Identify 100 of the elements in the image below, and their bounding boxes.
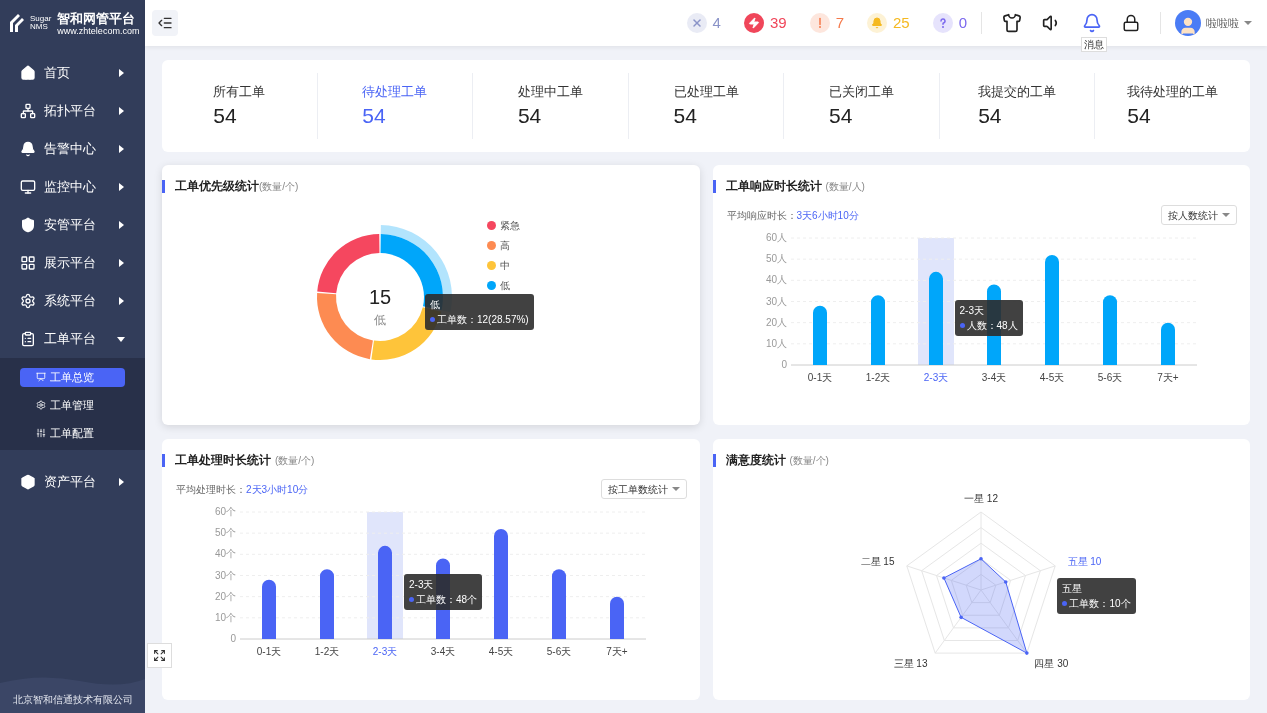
x-tick-label: 1-2天 xyxy=(865,372,890,383)
card-title: 工单响应时长统计 xyxy=(725,178,822,195)
card-unit: (数量/个) xyxy=(275,453,315,468)
stat-tab[interactable]: 所有工单 54 xyxy=(162,82,317,130)
chart-tooltip: 2-3天 工单数：48个 xyxy=(404,574,483,610)
x-tick-label: 5-6天 xyxy=(1097,372,1122,383)
legend-item[interactable]: 中 xyxy=(487,257,520,273)
bar[interactable] xyxy=(610,596,624,639)
legend-label: 中 xyxy=(500,258,510,273)
stat-tab[interactable]: 已处理工单 54 xyxy=(628,82,784,130)
stat-tab[interactable]: 我提交的工单 54 xyxy=(939,82,1095,130)
average-label: 平均响应时长： xyxy=(726,208,797,223)
x-tick-label: 3-4天 xyxy=(981,372,1006,383)
caret-icon xyxy=(117,145,125,153)
nav-item[interactable]: 系统平台 xyxy=(0,282,145,320)
caret-icon xyxy=(117,259,125,267)
nav-subitem[interactable]: 工单总览 xyxy=(20,367,125,387)
stat-select[interactable]: 按工单数统计 xyxy=(600,479,687,499)
chart-tooltip: 低 工单数：12(28.57%) xyxy=(425,294,534,330)
x-tick-label: 1-2天 xyxy=(314,646,340,657)
chart-tooltip: 2-3天 人数：48人 xyxy=(954,300,1023,336)
x-tick-label: 2-3天 xyxy=(372,646,398,657)
network-icon xyxy=(20,103,36,119)
legend-label: 低 xyxy=(500,278,510,293)
caret-icon xyxy=(117,297,125,305)
x-tick-label: 3-4天 xyxy=(430,646,456,657)
nav-item[interactable]: 展示平台 xyxy=(0,244,145,282)
bell-icon[interactable] xyxy=(1082,13,1102,33)
gear-icon xyxy=(36,400,46,410)
bell-icon xyxy=(20,141,36,157)
shield-icon xyxy=(20,217,36,233)
stat-tab[interactable]: 处理中工单 54 xyxy=(473,82,628,130)
nav-item[interactable]: 监控中心 xyxy=(0,168,145,206)
board-icon xyxy=(36,372,46,382)
x-tick-label: 0-1天 xyxy=(807,372,832,383)
alert-counter[interactable]: 0 xyxy=(932,11,967,35)
alert-count: 25 xyxy=(892,12,910,33)
caret-icon xyxy=(117,221,125,229)
card-title: 工单优先级统计 xyxy=(175,178,259,195)
settings-icon xyxy=(20,293,36,309)
shirt-icon[interactable] xyxy=(1002,13,1022,33)
y-tick-label: 50人 xyxy=(765,253,787,265)
y-tick-label: 60个 xyxy=(214,506,236,517)
legend-item[interactable]: 低 xyxy=(487,277,520,293)
x-tick-label: 2-3天 xyxy=(923,372,948,383)
card-title: 工单处理时长统计 xyxy=(175,452,271,469)
axis-label: 二星 15 xyxy=(860,555,895,567)
legend-item[interactable]: 高 xyxy=(487,237,520,253)
legend-item[interactable]: 紧急 xyxy=(487,217,520,233)
alert-count: 0 xyxy=(958,12,967,33)
brand-url: www.zhtelecom.com xyxy=(57,25,140,36)
x-tick-label: 4-5天 xyxy=(1039,372,1064,383)
company-name: 北京智和信通技术有限公司 xyxy=(12,693,133,707)
stat-tab[interactable]: 已关闭工单 54 xyxy=(784,82,939,130)
x-tick-label: 7天+ xyxy=(606,646,628,657)
fullscreen-button[interactable] xyxy=(147,643,172,668)
slice-label: 低 xyxy=(430,298,441,312)
caret-icon xyxy=(117,107,125,115)
y-tick-label: 30个 xyxy=(214,569,236,581)
x-tick-label: 0-1天 xyxy=(256,646,282,657)
nav-item[interactable]: 拓扑平台 xyxy=(0,92,145,130)
alert-counter[interactable]: 39 xyxy=(743,11,787,35)
collapse-icon xyxy=(157,15,173,31)
bar[interactable] xyxy=(262,579,276,639)
expand-icon xyxy=(153,649,166,662)
caret-icon xyxy=(1222,212,1230,218)
x-tick-label: 5-6天 xyxy=(546,646,572,657)
lock-icon[interactable] xyxy=(1122,14,1140,32)
stat-select[interactable]: 按人数统计 xyxy=(1161,205,1237,225)
average-label: 平均处理时长： xyxy=(176,482,246,497)
nav-subitem[interactable]: 工单配置 xyxy=(20,423,125,443)
stat-tab[interactable]: 待处理工单 54 xyxy=(317,82,473,130)
y-tick-label: 0 xyxy=(230,633,236,644)
y-tick-label: 20个 xyxy=(214,590,236,602)
box-icon xyxy=(20,474,36,490)
caret-icon xyxy=(671,486,680,492)
stat-tab[interactable]: 我待处理的工单 54 xyxy=(1095,82,1251,130)
clipboard-icon xyxy=(20,331,36,347)
y-tick-label: 40人 xyxy=(765,274,787,286)
brand-name: 智和网管平台 xyxy=(57,10,137,26)
nav-item[interactable]: 安管平台 xyxy=(0,206,145,244)
alert-count: 39 xyxy=(769,12,787,33)
card-unit: (数量/个) xyxy=(259,179,299,194)
caret-icon xyxy=(117,69,125,77)
alert-count: 7 xyxy=(835,12,844,33)
monitor-icon xyxy=(20,179,36,195)
nav-item[interactable]: 首页 xyxy=(0,54,145,92)
card-unit: (数量/个) xyxy=(789,453,829,468)
logo-text: Sugar xyxy=(30,15,52,23)
collapse-button[interactable] xyxy=(152,10,178,36)
nav-subitem[interactable]: 工单管理 xyxy=(20,395,125,415)
axis-label: 四星 30 xyxy=(1034,657,1069,669)
user-menu[interactable]: 啦啦啦 xyxy=(1175,10,1260,36)
logo-icon xyxy=(8,12,26,34)
y-tick-label: 10个 xyxy=(214,611,236,623)
tooltip: 消息 xyxy=(1081,37,1107,52)
nav-item[interactable]: 工单平台 xyxy=(0,320,145,358)
nav-item[interactable]: 资产平台 xyxy=(0,463,145,501)
nav-item[interactable]: 告警中心 xyxy=(0,130,145,168)
y-tick-label: 0 xyxy=(780,359,787,370)
